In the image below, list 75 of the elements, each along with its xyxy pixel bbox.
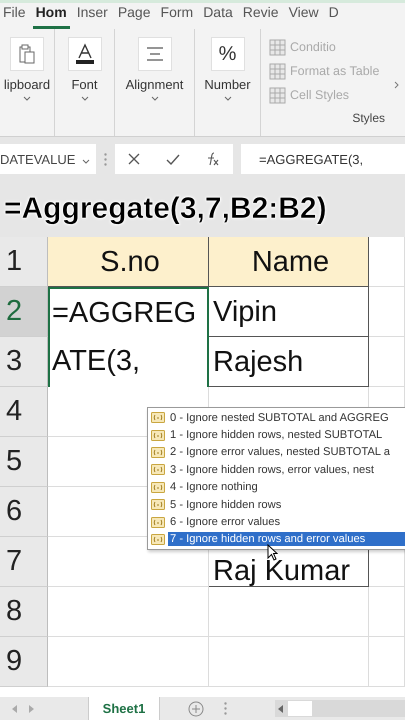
name-box[interactable]: DATEVALUE [0, 144, 96, 174]
ribbon-button[interactable] [138, 37, 172, 72]
ribbon-button[interactable] [68, 37, 102, 72]
enum-icon [151, 499, 165, 510]
ribbon-tab[interactable]: Data [200, 4, 236, 30]
chevron-icon[interactable] [394, 81, 399, 90]
font-color-icon [74, 43, 96, 66]
table-cell: Name [209, 237, 369, 287]
caption: =Aggregate(3,7,B2:B2) [4, 192, 327, 226]
table-style-icon [269, 38, 286, 56]
ribbon-tab[interactable]: Page [114, 4, 154, 30]
ribbon-tab[interactable]: Inser [74, 4, 111, 30]
group-label: Alignment [126, 77, 184, 92]
table-style-icon [269, 86, 286, 104]
caret-icon [23, 96, 31, 102]
row-header[interactable]: 5 [0, 437, 48, 487]
autocomplete-item[interactable]: 0 - Ignore nested SUBTOTAL and AGGREG [168, 410, 405, 425]
group-label: lipboard [4, 77, 50, 92]
name-box-text: DATEVALUE [0, 152, 76, 167]
ribbon-tab[interactable]: Revie [240, 4, 282, 30]
align-center-icon [146, 47, 164, 62]
scroll-thumb[interactable] [288, 701, 312, 716]
autocomplete-item[interactable]: 4 - Ignore nothing [168, 480, 405, 494]
add-sheet-icon[interactable] [188, 700, 204, 716]
autocomplete-item[interactable]: 3 - Ignore hidden rows, error values, nest [168, 462, 405, 477]
ribbon-tab[interactable]: View [286, 4, 322, 30]
ribbon-tab[interactable]: Form [158, 4, 196, 30]
table-cell [369, 287, 405, 337]
table-cell: S.no [48, 237, 209, 287]
enum-icon [151, 516, 165, 528]
autocomplete-item[interactable]: 5 - Ignore hidden rows [168, 498, 405, 512]
horizontal-scrollbar[interactable] [275, 700, 405, 717]
scroll-left-icon[interactable] [278, 704, 284, 712]
more-icon [104, 152, 107, 166]
autocomplete-item[interactable]: 1 - Ignore hidden rows, nested SUBTOTAL [168, 428, 405, 442]
percent-icon: % [218, 42, 236, 66]
table-cell: Rajesh [209, 337, 369, 387]
table-cell: Vipin [209, 287, 369, 337]
clipboard-icon [19, 44, 35, 64]
enum-icon [151, 446, 165, 458]
row-header[interactable]: 3 [0, 337, 48, 387]
ribbon-tab[interactable]: File [0, 4, 29, 30]
row-header[interactable]: 6 [0, 487, 48, 537]
group-label: Styles [352, 111, 385, 126]
enum-icon [151, 464, 165, 476]
ribbon-button[interactable]: % [210, 37, 244, 72]
autocomplete-item[interactable]: 6 - Ignore error values [168, 515, 405, 530]
table-cell [369, 587, 405, 637]
close-icon[interactable] [128, 153, 140, 166]
sheet-tab[interactable]: Sheet1 [88, 697, 160, 720]
row-header[interactable]: 9 [0, 637, 48, 687]
autocomplete-item[interactable]: 2 - Ignore error values, nested SUBTOTAL a [168, 445, 405, 460]
ribbon-tab[interactable]: D [326, 4, 342, 30]
group-label: Font [71, 77, 98, 92]
enum-icon [151, 534, 165, 545]
cell-editor[interactable]: =AGGREG ATE(3, [48, 287, 209, 387]
enum-icon [151, 482, 165, 493]
row-header[interactable]: 4 [0, 387, 48, 437]
caret-icon [82, 158, 90, 164]
caret-icon [224, 96, 232, 102]
group-label: Number [204, 77, 251, 92]
row-header[interactable]: 8 [0, 587, 48, 637]
more-icon [224, 702, 227, 715]
table-style-icon [269, 62, 286, 80]
row-header[interactable]: 7 [0, 537, 48, 587]
enum-icon [151, 430, 165, 441]
row-header[interactable]: 2 [0, 287, 48, 337]
caret-icon [80, 96, 88, 102]
caret-icon [150, 96, 158, 102]
function-icon[interactable] [206, 152, 220, 166]
formula-field[interactable]: =AGGREGATE(3, [241, 144, 405, 174]
check-icon[interactable] [166, 154, 180, 165]
row-header[interactable]: 1 [0, 237, 48, 287]
autocomplete-item[interactable]: 7 - Ignore hidden rows and error values [168, 532, 405, 546]
enum-icon [151, 412, 165, 424]
